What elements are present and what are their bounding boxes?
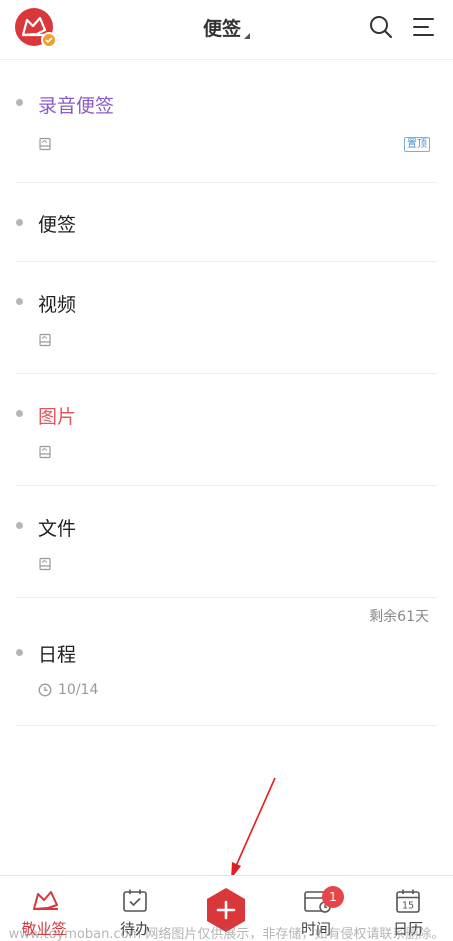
watermark-text: www.toymoban.com 网络图片仅供展示，非存储，如有侵权请联系删除。 [8, 927, 445, 941]
note-title: 文件 [38, 518, 77, 540]
attachment-icon [39, 445, 51, 459]
note-item[interactable]: 便签 [16, 183, 437, 262]
bullet-dot [16, 298, 23, 305]
note-title: 图片 [38, 406, 77, 428]
pinned-badge: 置顶 [404, 137, 430, 152]
note-title: 日程 [38, 644, 77, 666]
todo-icon [123, 889, 147, 912]
remaining-days: 剩余61天 [369, 609, 429, 625]
bullet-dot [16, 522, 23, 529]
note-title: 视频 [38, 294, 77, 316]
attachment-icon [39, 137, 51, 151]
calendar-icon: 15 [396, 889, 420, 913]
calendar-day: 15 [402, 901, 414, 912]
menu-icon [413, 18, 434, 36]
bullet-dot [16, 99, 23, 106]
note-item[interactable]: 图片 [16, 374, 437, 486]
app-header: 便签 [0, 0, 453, 60]
search-icon [370, 16, 393, 39]
search-button[interactable] [368, 14, 394, 40]
bullet-dot [16, 219, 23, 226]
note-title: 便签 [38, 214, 77, 236]
page-title: 便签 [202, 18, 241, 40]
notes-list: 录音便签 置顶 便签 视频 图片 文件 剩余61天 日程 10/14 [16, 61, 437, 726]
schedule-date-text: 10/14 [58, 682, 99, 698]
clock-icon [38, 683, 52, 697]
note-title: 录音便签 [38, 95, 115, 117]
menu-button[interactable] [411, 14, 437, 40]
note-item[interactable]: 文件 [16, 486, 437, 598]
app-logo-icon [33, 891, 58, 910]
title-dropdown-icon [244, 33, 250, 39]
attachment-icon [39, 333, 51, 347]
note-item[interactable]: 视频 [16, 262, 437, 374]
note-item[interactable]: 剩余61天 日程 10/14 [16, 598, 437, 726]
bullet-dot [16, 410, 23, 417]
attachment-icon [39, 557, 51, 571]
bullet-dot [16, 649, 23, 656]
schedule-date: 10/14 [38, 682, 98, 698]
note-item[interactable]: 录音便签 置顶 [16, 61, 437, 183]
notification-badge: 1 [322, 886, 344, 908]
